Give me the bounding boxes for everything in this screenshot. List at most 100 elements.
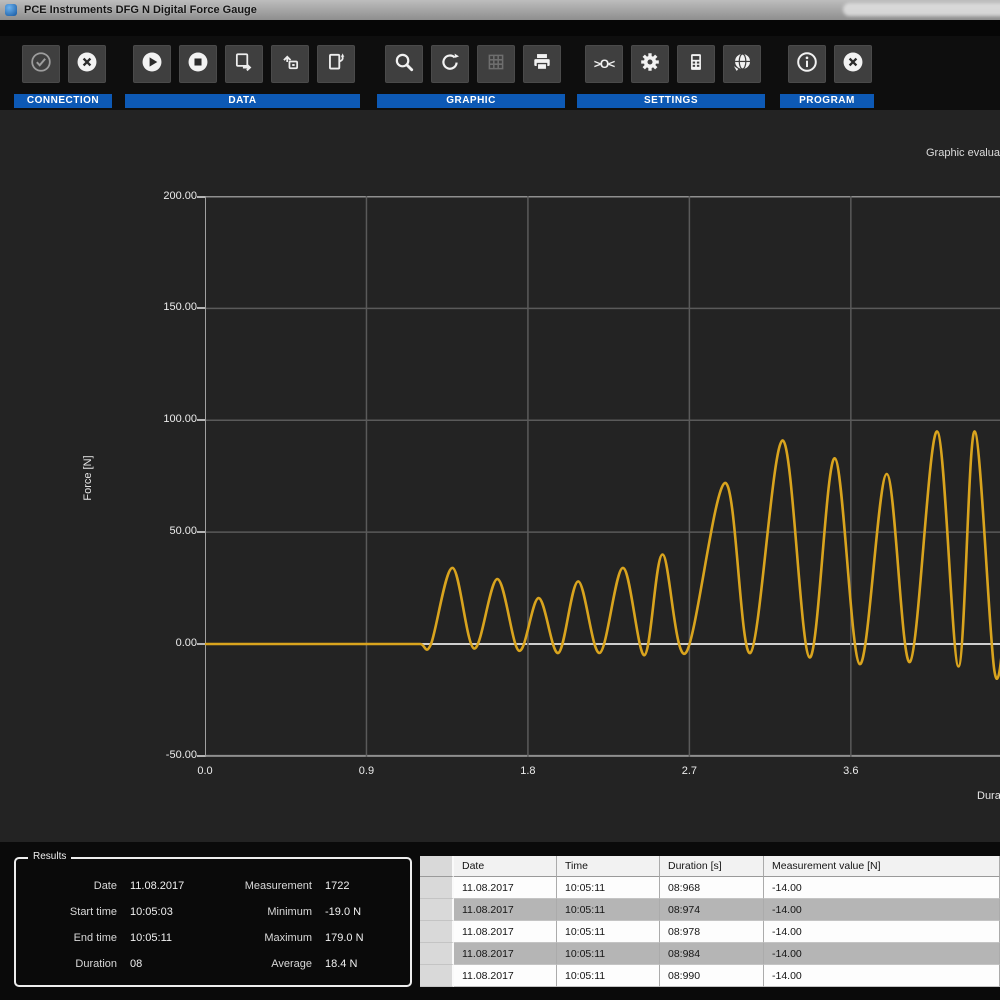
stop-circle-icon <box>187 51 209 78</box>
table-row[interactable]: 11.08.2017 10:05:11 08:968 -14.00 <box>420 877 1000 899</box>
y-tick-mark <box>197 419 205 422</box>
y-tick-label: 0.00 <box>175 637 197 649</box>
info-button[interactable] <box>788 45 826 83</box>
titlebar-divider <box>0 20 1000 36</box>
column-header[interactable]: Time <box>557 856 660 877</box>
print-button[interactable] <box>523 45 561 83</box>
y-tick-mark <box>197 195 205 198</box>
toolbar-group-label: GRAPHIC <box>377 94 565 108</box>
results-legend: Results <box>28 851 72 862</box>
table-cell: 10:05:11 <box>557 921 660 943</box>
results-label: Date <box>93 880 117 892</box>
window-title: PCE Instruments DFG N Digital Force Gaug… <box>24 4 257 16</box>
toolbar-group-graphic: GRAPHIC <box>377 36 565 110</box>
window-titlebar[interactable]: PCE Instruments DFG N Digital Force Gaug… <box>0 0 1000 20</box>
stop-measurement-button[interactable] <box>179 45 217 83</box>
calculator-icon <box>685 51 707 78</box>
waveform-path <box>205 430 1000 681</box>
table-row[interactable]: 11.08.2017 10:05:11 08:990 -14.00 <box>420 965 1000 987</box>
table-cell: 10:05:11 <box>557 899 660 921</box>
row-selector-cell <box>420 943 454 965</box>
info-circle-icon <box>796 51 818 78</box>
row-selector-cell <box>420 899 454 921</box>
globe-icon <box>731 51 753 78</box>
language-button[interactable] <box>723 45 761 83</box>
device-transfer-icon <box>279 51 301 78</box>
chart-title: Graphic evaluation <box>926 147 1000 159</box>
table-row[interactable]: 11.08.2017 10:05:11 08:978 -14.00 <box>420 921 1000 943</box>
doc-import-icon <box>325 51 347 78</box>
y-tick-label: 50.00 <box>169 525 197 538</box>
results-row: End time 10:05:11 <box>18 925 184 951</box>
table-row[interactable]: 11.08.2017 10:05:11 08:984 -14.00 <box>420 943 1000 965</box>
results-value: 10:05:11 <box>130 932 173 944</box>
table-cell: 08:984 <box>660 943 764 965</box>
x-tick-label: 0.0 <box>197 765 213 777</box>
magnifier-icon <box>393 51 415 78</box>
app-icon <box>5 4 17 16</box>
results-label: End time <box>73 932 117 944</box>
x-circle-icon <box>842 51 864 78</box>
table-cell: 10:05:11 <box>557 877 660 899</box>
table-row[interactable]: 11.08.2017 10:05:11 08:974 -14.00 <box>420 899 1000 921</box>
x-circle-icon <box>76 51 98 78</box>
row-selector-cell <box>420 965 454 987</box>
table-cell: 08:990 <box>660 965 764 987</box>
zero-adjust-button[interactable]: >O< <box>585 45 623 83</box>
table-cell: 11.08.2017 <box>454 943 557 965</box>
toolbar-group-settings: >O< SETTINGS <box>577 36 765 110</box>
check-circle-icon <box>30 51 52 78</box>
row-selector-cell <box>420 921 454 943</box>
y-tick-mark <box>197 307 205 310</box>
application-window: { "window": { "title": "PCE Instruments … <box>0 0 1000 1000</box>
table-cell: 08:978 <box>660 921 764 943</box>
toolbar-group-connection: CONNECTION <box>14 36 112 110</box>
results-label: Average <box>271 958 312 970</box>
toolbar-group-data: DATA <box>125 36 360 110</box>
column-header[interactable]: Date <box>454 856 557 877</box>
results-label: Measurement <box>244 880 312 892</box>
zoom-button[interactable] <box>385 45 423 83</box>
y-tick-label: 200.00 <box>163 189 197 202</box>
printer-icon <box>531 51 553 78</box>
table-cell: -14.00 <box>764 921 1000 943</box>
results-row: Minimum -19.0 N <box>176 899 364 925</box>
results-value: 179.0 N <box>325 932 364 944</box>
results-label: Minimum <box>267 906 312 918</box>
column-header[interactable]: Duration [s] <box>660 856 764 877</box>
results-value: -19.0 N <box>325 906 362 918</box>
settings-button[interactable] <box>631 45 669 83</box>
device-setup-button[interactable] <box>677 45 715 83</box>
table-cell: 11.08.2017 <box>454 877 557 899</box>
table-cell: 08:968 <box>660 877 764 899</box>
chart-plot-area[interactable] <box>204 195 1000 757</box>
measurement-table: Date Time Duration [s] Measurement value [N… <box>420 856 1000 987</box>
y-tick-label: -50.00 <box>165 748 197 761</box>
table-header-row: Date Time Duration [s] Measurement value [N… <box>420 856 1000 877</box>
load-from-device-button[interactable] <box>271 45 309 83</box>
y-tick-mark <box>197 531 205 534</box>
disconnect-button[interactable] <box>68 45 106 83</box>
row-selector-cell <box>420 877 454 899</box>
refresh-button[interactable] <box>431 45 469 83</box>
table-cell: -14.00 <box>764 877 1000 899</box>
table-cell: 08:974 <box>660 899 764 921</box>
toolbar-group-label: DATA <box>125 94 360 108</box>
play-circle-icon <box>141 51 163 78</box>
gridlines <box>204 195 1000 757</box>
connect-button[interactable] <box>22 45 60 83</box>
column-header[interactable]: Measurement value [N] <box>764 856 1000 877</box>
results-row: Measurement 1722 <box>176 873 364 899</box>
export-data-button[interactable] <box>317 45 355 83</box>
grid-button[interactable] <box>477 45 515 83</box>
start-measurement-button[interactable] <box>133 45 171 83</box>
save-data-button[interactable] <box>225 45 263 83</box>
results-row: Start time 10:05:03 <box>18 899 184 925</box>
exit-button[interactable] <box>834 45 872 83</box>
toolbar: CONNECTION DATA GRAPHIC >O< SETTINGS PROGRAM <box>0 36 1000 110</box>
grid-icon <box>485 51 507 78</box>
refresh-icon <box>439 51 461 78</box>
gear-icon <box>639 51 661 78</box>
table-cell: 10:05:11 <box>557 943 660 965</box>
chart-svg <box>204 195 1000 757</box>
